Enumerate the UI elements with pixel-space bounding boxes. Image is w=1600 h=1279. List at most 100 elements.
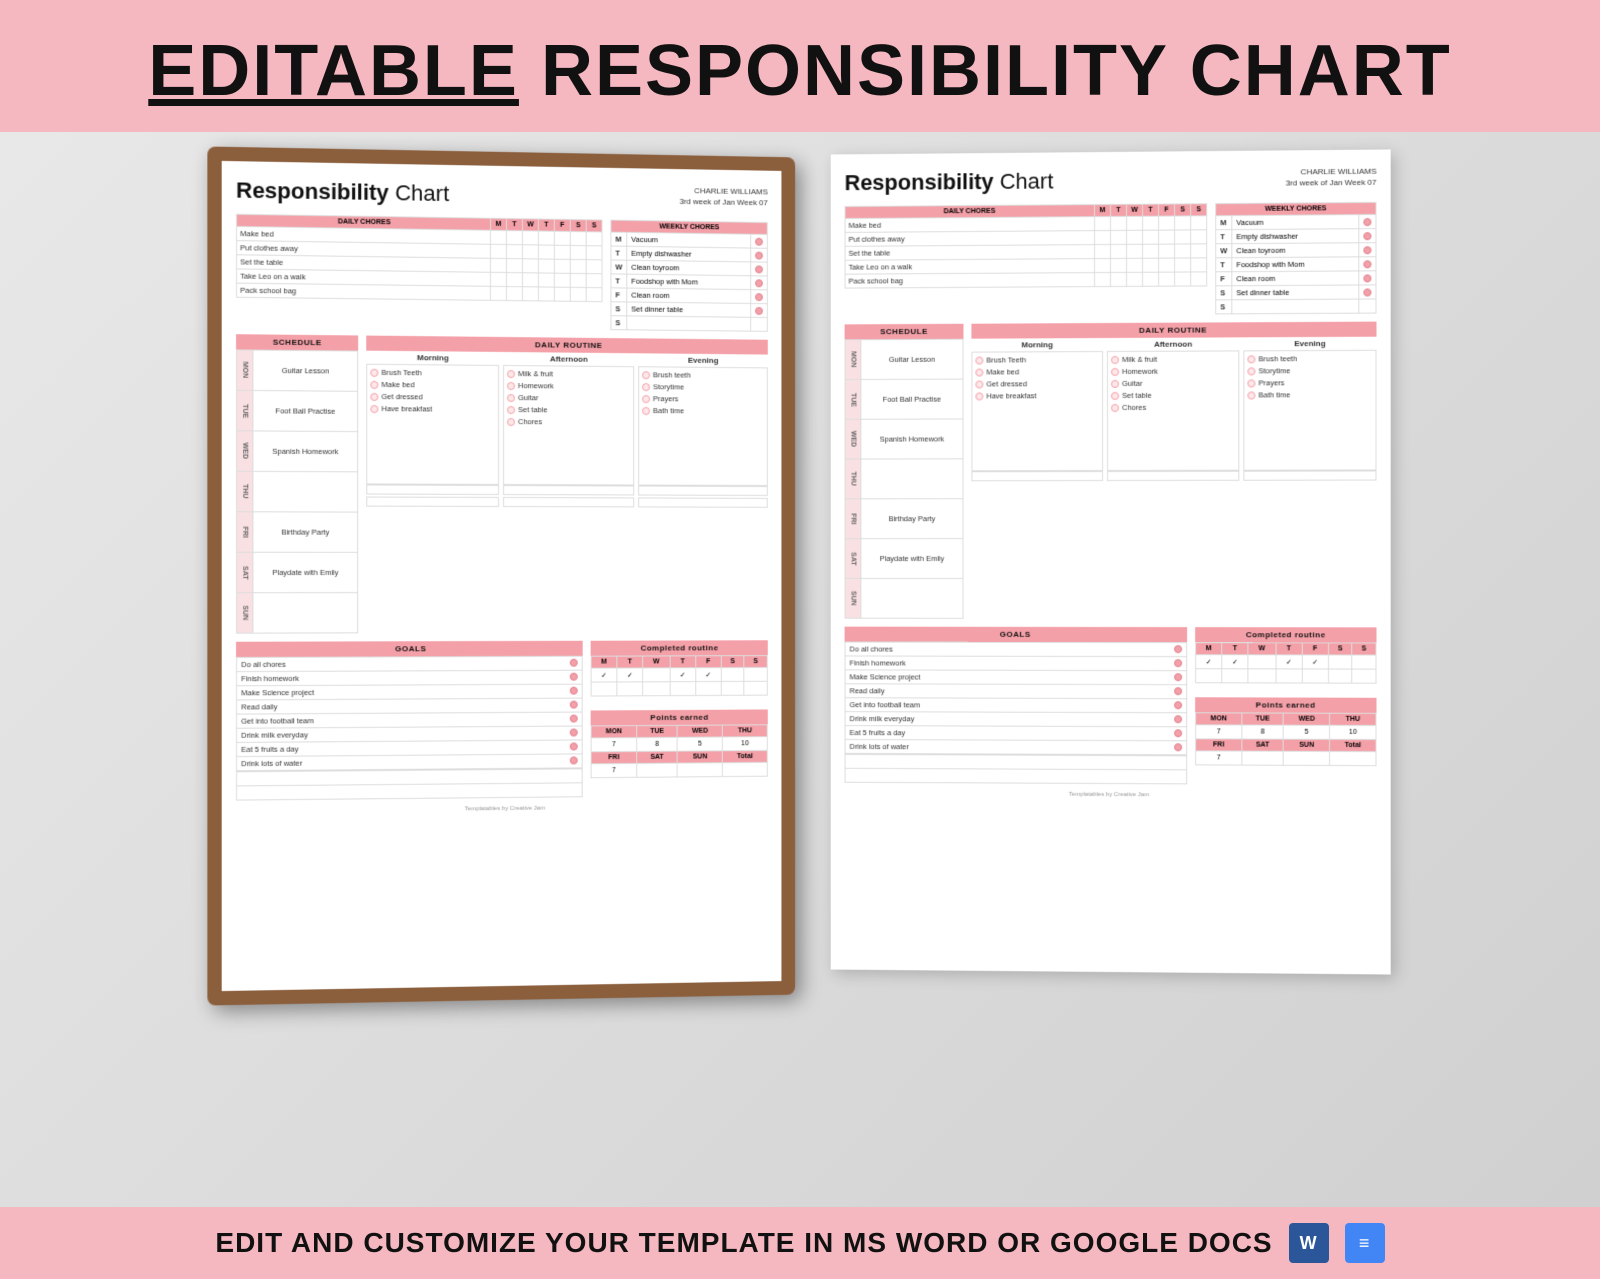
schedule-event: Foot Ball Practise [253, 390, 358, 431]
routine-checkbox [1247, 379, 1255, 387]
schedule-day-label: MON [237, 350, 253, 391]
routine-item: Homework [507, 381, 630, 391]
schedule-day-label: FRI [237, 512, 253, 552]
chart-title-rest-r: Chart [994, 168, 1054, 193]
schedule-day-label: TUE [237, 390, 253, 431]
weekly-chore-day: W [1216, 244, 1232, 258]
weekly-chores-right-left: WEEKLY CHORES MVacuumTEmpty dishwasherWC… [610, 220, 767, 332]
routine-checkbox [642, 395, 650, 403]
chart-title-left: Responsibility Chart [236, 177, 449, 207]
routine-item: Chores [1111, 403, 1235, 412]
routine-afternoon-col-left: Milk & fruitHomeworkGuitarSet tableChore… [503, 365, 634, 486]
routine-checkbox [1111, 379, 1119, 387]
routine-item: Brush teeth [642, 370, 764, 380]
schedule-day-label: WED [845, 419, 861, 459]
completed-points-col-right: Completed routine MTWTFSS ✓✓✓✓ Points ea… [1195, 627, 1376, 785]
schedule-routine-left: SCHEDULE MONGuitar LessonTUEFoot Ball Pr… [236, 334, 768, 633]
goal-item: Read daily [845, 684, 1187, 699]
schedule-event [253, 471, 358, 512]
routine-item: Chores [507, 417, 630, 427]
routine-item: Make bed [975, 367, 1099, 376]
chart-title-rest: Chart [389, 180, 449, 206]
routine-evening-header: Evening [638, 353, 768, 367]
completed-table-right: MTWTFSS ✓✓✓✓ [1195, 642, 1376, 684]
chart-meta-name-r: CHARLIE WILLIAMS [1286, 166, 1377, 178]
docs-icon: ≡ [1345, 1223, 1385, 1263]
schedule-event: Guitar Lesson [861, 339, 963, 379]
goal-item: Drink lots of water [845, 739, 1187, 754]
weekly-chore-task: Vacuum [1232, 215, 1359, 230]
routine-item: Bath time [642, 406, 764, 416]
chart-frame-left: Responsibility Chart CHARLIE WILLIAMS 3r… [207, 146, 795, 1005]
weekly-chore-task: Clean room [627, 288, 751, 303]
schedule-event: Guitar Lesson [253, 350, 358, 391]
daily-weekly-section-left: DAILY CHORES M T W T F S S Make bed [236, 214, 768, 332]
routine-item: Set table [507, 405, 630, 415]
routine-checkbox [507, 394, 515, 402]
schedule-day-label: THU [845, 459, 861, 499]
goals-col-left: GOALS Do all choresFinish homeworkMake S… [236, 641, 583, 801]
weekly-chore-day: M [1216, 216, 1232, 230]
schedule-event [253, 593, 358, 634]
points-table-left: MONTUEWEDTHU 78510FRISATSUNTotal7 [591, 724, 768, 778]
title-editable: EDITABLE [148, 31, 519, 111]
schedule-col-right: SCHEDULE MONGuitar LessonTUEFoot Ball Pr… [845, 324, 964, 619]
routine-checkbox [1111, 355, 1119, 363]
routine-checkbox [370, 404, 378, 412]
routine-item: Get dressed [370, 392, 495, 402]
routine-item: Have breakfast [975, 391, 1099, 400]
schedule-event: Birthday Party [861, 499, 963, 539]
completed-table-left: MTWTFSS ✓✓✓✓ [591, 655, 768, 696]
schedule-table-left: MONGuitar LessonTUEFoot Ball PractiseWED… [236, 349, 358, 633]
schedule-day-label: THU [237, 471, 253, 512]
routine-checkbox [1247, 355, 1255, 363]
goals-col-right: GOALS Do all choresFinish homeworkMake S… [845, 627, 1188, 785]
goals-empty-left [236, 768, 583, 800]
routine-item: Prayers [642, 394, 764, 404]
routine-checkbox [370, 392, 378, 400]
routine-checkbox [507, 370, 515, 378]
schedule-day-label: WED [237, 431, 253, 472]
schedule-routine-right: SCHEDULE MONGuitar LessonTUEFoot Ball Pr… [845, 322, 1377, 620]
weekly-chore-task [627, 316, 751, 331]
goal-item: Do all chores [237, 656, 583, 671]
weekly-chore-day: S [1216, 286, 1232, 300]
weekly-chore-task: Clean toyroom [1232, 243, 1359, 258]
goal-item: Do all chores [845, 642, 1187, 657]
routine-items-left: Brush TeethMake bedGet dressedHave break… [366, 364, 768, 486]
main-title: EDITABLE RESPONSIBILITY CHART [20, 30, 1580, 112]
routine-checkbox [1111, 391, 1119, 399]
weekly-chore-task: Foodshop with Mom [627, 274, 751, 289]
goals-table-right: Do all choresFinish homeworkMake Science… [845, 642, 1188, 756]
routine-morning-header: Morning [366, 351, 499, 365]
daily-chore-item: Pack school bag [237, 283, 491, 300]
weekly-chore-task: Foodshop with Mom [1232, 257, 1359, 272]
goals-header-left: GOALS [236, 641, 583, 657]
chart-meta-week: 3rd week of Jan Week 07 [679, 196, 767, 209]
weekly-chore-day: F [1216, 272, 1232, 286]
completed-header-left: Completed routine [591, 640, 768, 655]
routine-item: Prayers [1247, 378, 1372, 388]
routine-checkbox [642, 383, 650, 391]
footer-text: EDIT AND CUSTOMIZE YOUR TEMPLATE IN MS W… [20, 1223, 1580, 1263]
routine-item: Make bed [370, 380, 495, 390]
routine-item: Set table [1111, 391, 1235, 400]
weekly-chore-day: S [1216, 300, 1232, 314]
weekly-chore-day: T [611, 246, 627, 260]
schedule-day-label: MON [845, 340, 861, 380]
routine-checkbox [975, 368, 983, 376]
routine-checkbox [1247, 367, 1255, 375]
weekly-chores-right-chart: WEEKLY CHORES MVacuumTEmpty dishwasherWC… [1215, 202, 1376, 315]
routine-col-left: DAILY ROUTINE Morning Afternoon Evening … [366, 336, 768, 634]
routine-item: Brush Teeth [975, 355, 1099, 365]
weekly-chore-day: M [611, 232, 627, 246]
routine-checkbox [1111, 403, 1119, 411]
goal-item: Make Science project [845, 670, 1187, 685]
routine-checkbox [975, 356, 983, 364]
schedule-day-label: TUE [845, 379, 861, 419]
routine-checkbox [975, 392, 983, 400]
weekly-chore-task: Empty dishwasher [1232, 229, 1359, 244]
routine-morning-col-left: Brush TeethMake bedGet dressedHave break… [366, 364, 499, 485]
chart-meta-left: CHARLIE WILLIAMS 3rd week of Jan Week 07 [679, 185, 767, 209]
daily-chores-table-right: DAILY CHORES M T W T F S S Make bedPut c… [845, 203, 1208, 288]
